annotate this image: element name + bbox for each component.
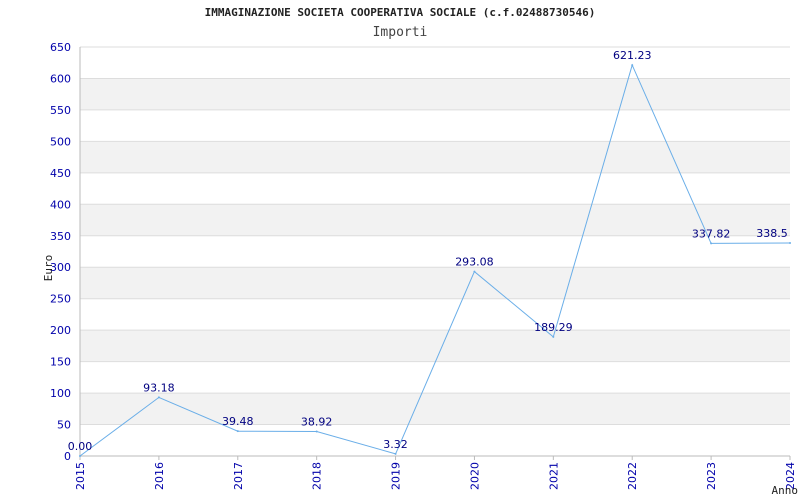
grid-band [80, 267, 790, 299]
y-tick-label: 100 [50, 387, 71, 400]
x-tick-label: 2020 [468, 462, 481, 490]
data-label: 93.18 [143, 381, 175, 394]
data-point [315, 430, 318, 433]
x-tick-label: 2019 [390, 462, 403, 490]
data-label: 39.48 [222, 415, 254, 428]
data-label: 189.29 [534, 321, 573, 334]
data-point [552, 335, 555, 338]
y-axis-label: Euro [42, 255, 55, 282]
data-point [157, 396, 160, 399]
y-axis-ticks: 050100150200250300350400450500550600650 [50, 41, 71, 463]
data-label: 621.23 [613, 49, 652, 62]
x-tick-label: 2022 [626, 462, 639, 490]
data-label: 337.82 [692, 227, 731, 240]
data-label: 338.5 [756, 227, 788, 240]
grid-bands [80, 78, 790, 425]
y-tick-label: 650 [50, 41, 71, 54]
line-chart: 050100150200250300350400450500550600650 … [42, 41, 799, 497]
x-axis-ticks: 2015 2016 2017 2018 2019 2020 2021 2022 2023 2024 [74, 456, 797, 490]
x-tick-label: 2021 [547, 462, 560, 490]
data-label: 3.32 [383, 438, 408, 451]
data-point [79, 455, 81, 457]
chart-root: IMMAGINAZIONE SOCIETA COOPERATIVA SOCIAL… [0, 0, 800, 500]
grid-band [80, 330, 790, 362]
data-point [631, 64, 634, 67]
y-tick-label: 50 [57, 419, 71, 432]
data-label: 38.92 [301, 416, 333, 429]
y-tick-label: 200 [50, 324, 71, 337]
y-tick-label: 550 [50, 104, 71, 117]
data-point [473, 270, 476, 273]
data-point [789, 242, 791, 245]
grid-band [80, 141, 790, 173]
data-label: 293.08 [455, 256, 494, 269]
x-tick-label: 2023 [705, 462, 718, 490]
grid-band [80, 204, 790, 236]
x-tick-label: 2018 [311, 462, 324, 490]
y-tick-label: 250 [50, 293, 71, 306]
y-tick-label: 600 [50, 72, 71, 85]
x-tick-label: 2015 [74, 462, 87, 490]
data-label: 0.00 [68, 440, 93, 453]
y-tick-label: 350 [50, 230, 71, 243]
x-tick-label: 2017 [232, 462, 245, 490]
data-point [394, 452, 397, 455]
y-tick-label: 500 [50, 135, 71, 148]
y-tick-label: 400 [50, 198, 71, 211]
x-axis-label: Anno [772, 484, 799, 497]
y-tick-label: 450 [50, 167, 71, 180]
data-point [710, 242, 713, 245]
data-point [236, 430, 239, 433]
grid-band [80, 78, 790, 110]
y-tick-label: 150 [50, 356, 71, 369]
x-tick-label: 2016 [153, 462, 166, 490]
